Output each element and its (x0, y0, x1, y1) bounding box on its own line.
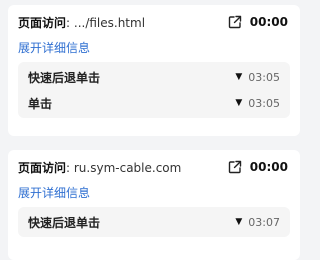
visit-duration: 00:00 (249, 15, 288, 29)
event-time-group: ▼ 03:05 (235, 71, 280, 84)
event-row: 快速后退单击 ▼ 03:07 (28, 209, 280, 235)
event-time: 03:05 (248, 96, 280, 110)
visit-title-label: 页面访问 (18, 160, 67, 175)
visit-title-label: 页面访问 (18, 15, 67, 30)
visit-header-right: 00:00 (228, 160, 290, 174)
event-label: 快速后退单击 (28, 70, 101, 85)
event-label: 单击 (28, 96, 53, 111)
visit-header-right: 00:00 (228, 15, 290, 29)
visit-card: 页面访问: .../files.html 00:00 展开详细信息 快速后退单击… (8, 5, 300, 136)
triangle-down-icon: ▼ (235, 72, 243, 82)
external-link-icon[interactable] (228, 160, 242, 174)
event-time: 03:07 (248, 215, 280, 229)
event-time-group: ▼ 03:07 (235, 216, 280, 229)
external-link-icon[interactable] (228, 15, 242, 29)
event-row: 单击 ▼ 03:05 (28, 90, 280, 116)
event-list: 快速后退单击 ▼ 03:05 单击 ▼ 03:05 (18, 62, 290, 118)
event-row: 快速后退单击 ▼ 03:05 (28, 64, 280, 90)
event-time: 03:05 (248, 70, 280, 84)
triangle-down-icon: ▼ (235, 98, 243, 108)
visit-url: : .../files.html (66, 15, 146, 30)
visit-card: 页面访问: ru.sym-cable.com 00:00 展开详细信息 快速后退… (8, 150, 300, 260)
triangle-down-icon: ▼ (235, 217, 243, 227)
expand-details-link[interactable]: 展开详细信息 (18, 183, 290, 203)
visit-title: 页面访问: .../files.html (18, 14, 145, 31)
event-time-group: ▼ 03:05 (235, 97, 280, 110)
event-list: 快速后退单击 ▼ 03:07 (18, 207, 290, 237)
visit-card-header: 页面访问: ru.sym-cable.com 00:00 (18, 154, 290, 180)
visit-duration: 00:00 (249, 160, 288, 174)
visit-url: : ru.sym-cable.com (66, 160, 182, 175)
event-label: 快速后退单击 (28, 215, 101, 230)
visit-title: 页面访问: ru.sym-cable.com (18, 159, 181, 176)
visit-card-header: 页面访问: .../files.html 00:00 (18, 9, 290, 35)
expand-details-link[interactable]: 展开详细信息 (18, 38, 290, 58)
